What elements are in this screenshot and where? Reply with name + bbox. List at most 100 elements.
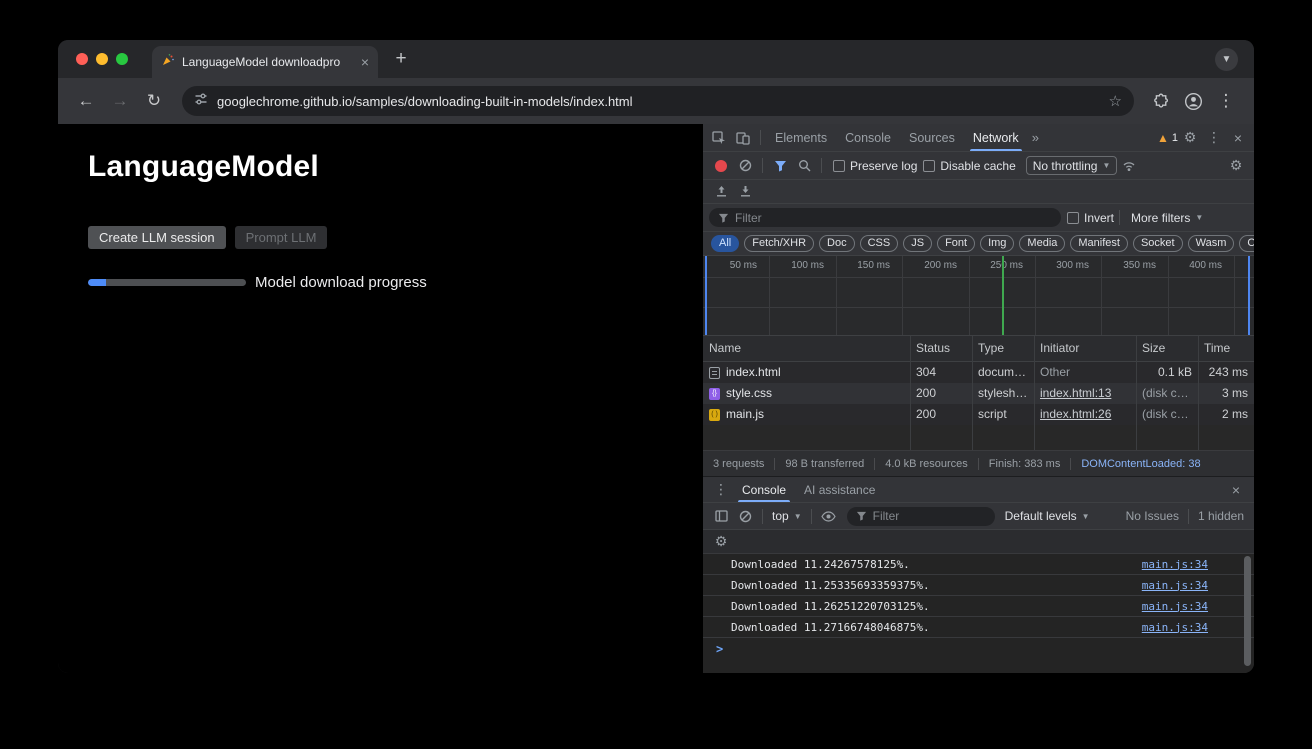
network-request-row[interactable]: {}style.css 200 stylesh… index.html:13 (… <box>703 383 1254 404</box>
network-filter-input[interactable]: Filter <box>709 208 1061 227</box>
clear-network-log-icon[interactable] <box>733 155 757 177</box>
initiator-link[interactable]: index.html:13 <box>1040 386 1111 400</box>
drawer-tab-ai-assistance[interactable]: AI assistance <box>795 477 884 502</box>
invert-label: Invert <box>1084 211 1114 225</box>
console-prompt[interactable]: > <box>703 637 1254 659</box>
network-conditions-icon[interactable] <box>1117 155 1141 177</box>
console-message[interactable]: Downloaded 11.26251220703125%. main.js:3… <box>703 595 1254 616</box>
zoom-window-button[interactable] <box>116 53 128 65</box>
column-header-time[interactable]: Time <box>1198 336 1254 361</box>
console-filter-input[interactable]: Filter <box>847 507 995 526</box>
preserve-log-checkbox[interactable]: Preserve log <box>833 159 917 173</box>
filter-chip-css[interactable]: CSS <box>860 235 899 252</box>
filter-chip-wasm[interactable]: Wasm <box>1188 235 1235 252</box>
filter-toggle-icon[interactable] <box>768 155 792 177</box>
filter-chip-manifest[interactable]: Manifest <box>1070 235 1128 252</box>
source-link[interactable]: main.js:34 <box>1142 600 1208 613</box>
column-header-size[interactable]: Size <box>1136 336 1198 361</box>
minimize-window-button[interactable] <box>96 53 108 65</box>
network-request-row[interactable]: ( )main.js 200 script index.html:26 (dis… <box>703 404 1254 425</box>
create-llm-session-button[interactable]: Create LLM session <box>88 226 226 249</box>
site-settings-icon[interactable] <box>194 92 208 111</box>
address-bar[interactable]: googlechrome.github.io/samples/downloadi… <box>182 86 1134 116</box>
bookmark-star-icon[interactable]: ☆ <box>1109 92 1122 110</box>
new-tab-button[interactable]: + <box>388 46 414 72</box>
network-request-row[interactable]: index.html 304 docum… Other 0.1 kB 243 m… <box>703 362 1254 383</box>
more-filters-button[interactable]: More filters ▼ <box>1125 211 1209 225</box>
network-settings-gear-icon[interactable]: ⚙ <box>1224 155 1248 177</box>
filter-chip-other[interactable]: Other <box>1239 235 1254 252</box>
console-message[interactable]: Downloaded 11.27166748046875%. main.js:3… <box>703 616 1254 637</box>
extensions-puzzle-icon[interactable] <box>1148 88 1174 114</box>
issues-counter[interactable]: No Issues <box>1122 509 1183 523</box>
clear-console-icon[interactable] <box>733 505 757 527</box>
browser-menu-icon[interactable]: ⋮ <box>1212 87 1240 115</box>
filter-placeholder: Filter <box>735 211 762 225</box>
filter-chip-fetch-xhr[interactable]: Fetch/XHR <box>744 235 814 252</box>
url-text[interactable]: googlechrome.github.io/samples/downloadi… <box>217 94 633 109</box>
hidden-messages-count[interactable]: 1 hidden <box>1194 509 1248 523</box>
console-sidebar-icon[interactable] <box>709 505 733 527</box>
drawer-tab-console[interactable]: Console <box>733 477 795 502</box>
network-overview-timeline[interactable]: 50 ms 100 ms 150 ms 200 ms 250 ms 300 ms… <box>703 256 1254 336</box>
close-window-button[interactable] <box>76 53 88 65</box>
filter-chip-font[interactable]: Font <box>937 235 975 252</box>
invert-checkbox[interactable]: Invert <box>1067 211 1114 225</box>
prompt-llm-button[interactable]: Prompt LLM <box>235 226 328 249</box>
console-context-select[interactable]: top ▼ <box>768 509 806 523</box>
back-button[interactable]: ← <box>72 87 100 115</box>
column-header-type[interactable]: Type <box>972 336 1034 361</box>
source-link[interactable]: main.js:34 <box>1142 579 1208 592</box>
tab-close-icon[interactable]: × <box>361 55 369 69</box>
drawer-menu-icon[interactable]: ⋮ <box>709 479 733 501</box>
tab-search-chevron-icon[interactable]: ▼ <box>1215 48 1238 71</box>
console-message[interactable]: Downloaded 11.25335693359375%. main.js:3… <box>703 574 1254 595</box>
live-expression-eye-icon[interactable] <box>817 505 841 527</box>
request-initiator: Other <box>1034 362 1136 383</box>
column-header-name[interactable]: Name <box>703 336 910 361</box>
filter-chip-doc[interactable]: Doc <box>819 235 855 252</box>
export-har-icon[interactable] <box>733 181 757 203</box>
devtools-tab-network[interactable]: Network <box>964 124 1028 151</box>
initiator-link[interactable]: index.html:26 <box>1040 407 1111 421</box>
forward-button[interactable]: → <box>106 87 134 115</box>
profile-avatar-icon[interactable] <box>1180 88 1206 114</box>
table-header-row[interactable]: Name Status Type Initiator Size Time <box>703 336 1254 362</box>
warnings-badge[interactable]: ▲ 1 <box>1157 131 1178 145</box>
checkbox-icon <box>833 160 845 172</box>
throttling-select[interactable]: No throttling ▼ <box>1026 156 1118 175</box>
console-filter-placeholder: Filter <box>873 509 900 523</box>
devtools-tab-sources[interactable]: Sources <box>900 124 964 151</box>
checkbox-icon <box>1067 212 1079 224</box>
disable-cache-checkbox[interactable]: Disable cache <box>923 159 1015 173</box>
more-tabs-icon[interactable]: » <box>1028 130 1043 145</box>
inspect-element-icon[interactable] <box>707 127 731 149</box>
column-header-initiator[interactable]: Initiator <box>1034 336 1136 361</box>
drawer-close-icon[interactable]: × <box>1224 479 1248 501</box>
network-search-icon[interactable] <box>792 155 816 177</box>
devtools-close-icon[interactable]: × <box>1226 127 1250 149</box>
filter-chip-media[interactable]: Media <box>1019 235 1065 252</box>
devtools-tab-elements[interactable]: Elements <box>766 124 836 151</box>
console-message[interactable]: Downloaded 11.24267578125%. main.js:34 <box>703 553 1254 574</box>
source-link[interactable]: main.js:34 <box>1142 621 1208 634</box>
filter-chip-socket[interactable]: Socket <box>1133 235 1183 252</box>
devtools-settings-gear-icon[interactable]: ⚙ <box>1178 127 1202 149</box>
console-settings-gear-icon[interactable]: ⚙ <box>709 531 733 553</box>
import-har-icon[interactable] <box>709 181 733 203</box>
filter-chip-img[interactable]: Img <box>980 235 1014 252</box>
dcl-time: DOMContentLoaded: 38 <box>1070 458 1200 470</box>
source-link[interactable]: main.js:34 <box>1142 558 1208 571</box>
browser-tab[interactable]: LanguageModel downloadpro × <box>152 46 378 78</box>
device-toolbar-icon[interactable] <box>731 127 755 149</box>
record-network-log-button[interactable] <box>715 160 727 172</box>
console-scrollbar[interactable] <box>1244 556 1251 666</box>
filter-chip-all[interactable]: All <box>711 235 739 252</box>
devtools-tab-console[interactable]: Console <box>836 124 900 151</box>
column-header-status[interactable]: Status <box>910 336 972 361</box>
filter-chip-js[interactable]: JS <box>903 235 932 252</box>
reload-button[interactable]: ↻ <box>140 87 168 115</box>
timeline-tick: 50 ms <box>705 260 757 271</box>
devtools-menu-icon[interactable]: ⋮ <box>1202 127 1226 149</box>
log-levels-select[interactable]: Default levels ▼ <box>1005 509 1090 523</box>
